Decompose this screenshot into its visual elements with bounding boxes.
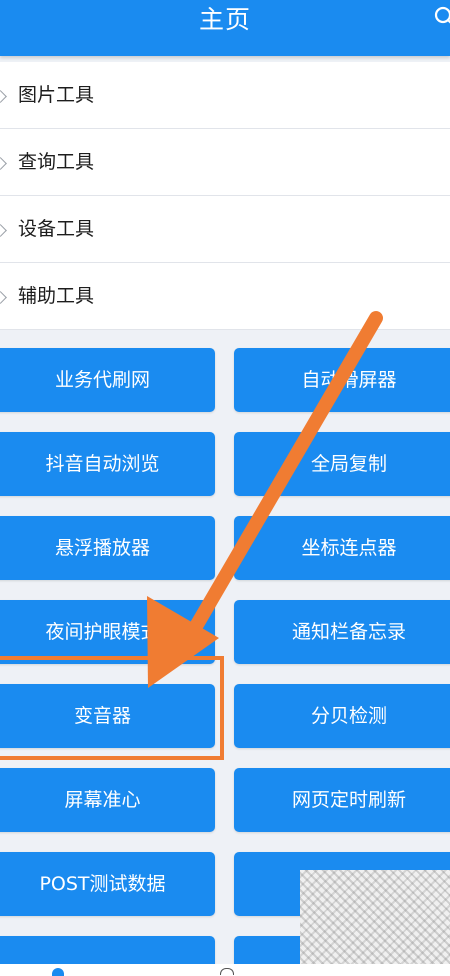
category-label: 设备工具	[18, 218, 95, 240]
tool-button-voice-changer[interactable]: 变音器	[0, 684, 215, 748]
tool-button-auto-scroller[interactable]: 自动滑屏器	[234, 348, 450, 412]
category-label: 辅助工具	[18, 285, 95, 307]
chevron-right-icon	[0, 157, 7, 170]
favorites-nav-icon[interactable]	[220, 968, 234, 975]
category-item-query-tools[interactable]: 查询工具	[0, 129, 450, 196]
search-icon[interactable]	[434, 6, 450, 28]
category-list: 图片工具 查询工具 设备工具 辅助工具	[0, 62, 450, 330]
tool-button-page-auto-refresh[interactable]: 网页定时刷新	[234, 768, 450, 832]
chevron-right-icon	[0, 224, 7, 237]
tool-button-decibel-meter[interactable]: 分贝检测	[234, 684, 450, 748]
tool-button-screen-crosshair[interactable]: 屏幕准心	[0, 768, 215, 832]
chevron-right-icon	[0, 291, 7, 304]
tool-button-proxy-order-site[interactable]: 业务代刷网	[0, 348, 215, 412]
tool-button-night-eye-care[interactable]: 夜间护眼模式	[0, 600, 215, 664]
tool-button-global-copy[interactable]: 全局复制	[234, 432, 450, 496]
home-nav-icon[interactable]	[52, 968, 64, 976]
chevron-right-icon	[0, 90, 7, 103]
bottom-navigation	[0, 964, 450, 976]
category-item-assist-tools[interactable]: 辅助工具	[0, 263, 450, 330]
top-app-bar: 主页	[0, 0, 450, 56]
tool-button-universal-click[interactable]: 全能代点	[234, 852, 450, 916]
tool-button-auto-clicker[interactable]: 坐标连点器	[234, 516, 450, 580]
category-label: 查询工具	[18, 151, 95, 173]
category-item-device-tools[interactable]: 设备工具	[0, 196, 450, 263]
tool-button-douyin-auto-browse[interactable]: 抖音自动浏览	[0, 432, 215, 496]
tool-button-post-test-data[interactable]: POST测试数据	[0, 852, 215, 916]
category-item-image-tools[interactable]: 图片工具	[0, 62, 450, 129]
tool-button-floating-player[interactable]: 悬浮播放器	[0, 516, 215, 580]
tool-button-notify-memo[interactable]: 通知栏备忘录	[234, 600, 450, 664]
app-screen: 主页 图片工具 查询工具 设备工具 辅助工具 业务代刷网 自动滑屏器 抖音自动浏…	[0, 0, 450, 976]
page-title: 主页	[198, 5, 251, 34]
category-label: 图片工具	[18, 84, 95, 106]
